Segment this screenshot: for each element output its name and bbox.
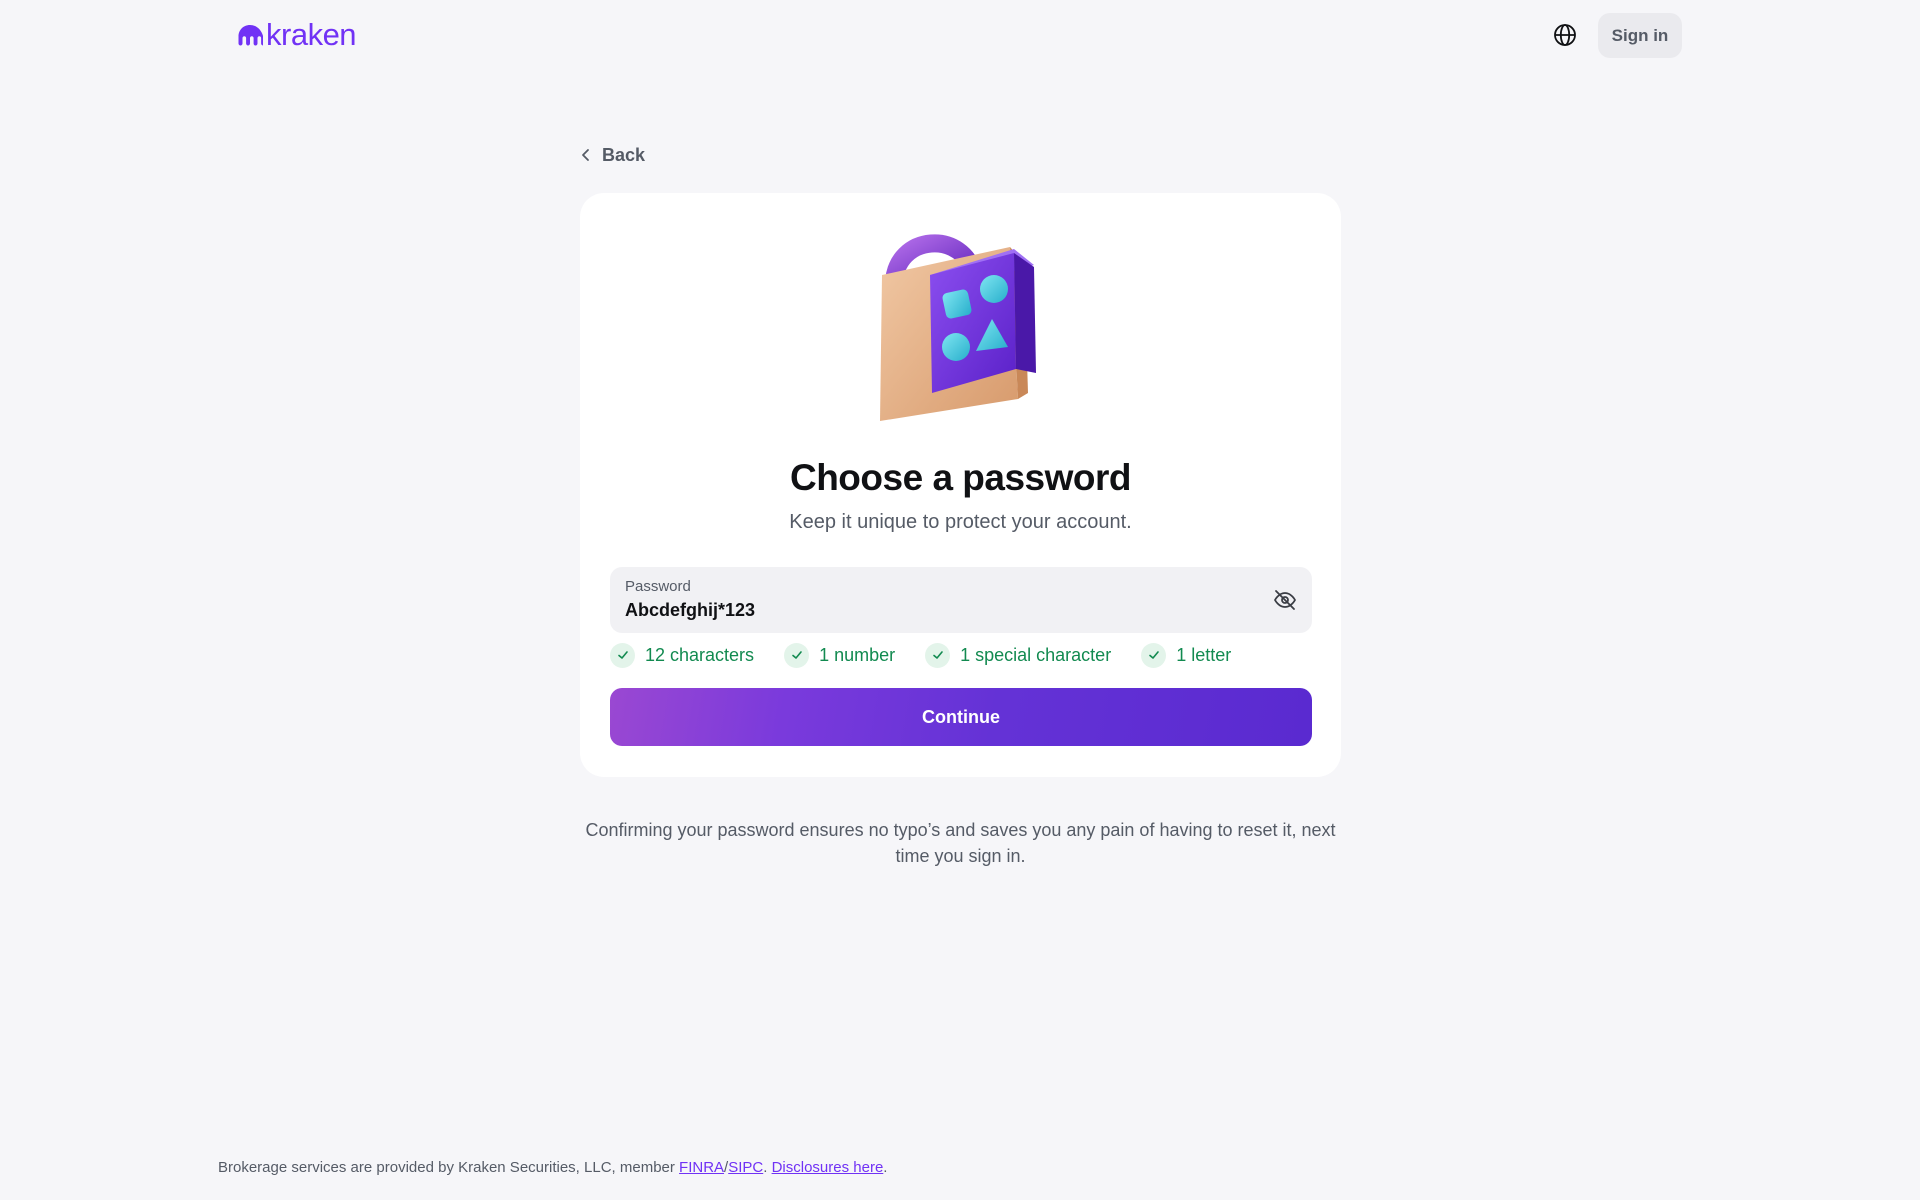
- padlock-illustration: [880, 234, 1036, 421]
- password-requirements: 12 characters 1 number 1 special charact…: [610, 642, 1261, 668]
- back-label: Back: [602, 144, 646, 165]
- requirement-label: 1 special character: [960, 644, 1112, 665]
- page-subtitle: Keep it unique to protect your account.: [789, 511, 1132, 533]
- footer-disclosure: Brokerage services are provided by Krake…: [218, 1159, 887, 1176]
- requirement-label: 12 characters: [645, 644, 755, 665]
- footer-text-middle: .: [763, 1159, 772, 1176]
- requirement-12-characters: 12 characters: [610, 642, 755, 668]
- toggle-password-visibility-button[interactable]: [1272, 587, 1298, 613]
- check-icon: [1141, 642, 1167, 668]
- kraken-logo-text: kraken: [266, 17, 357, 52]
- finra-link[interactable]: FINRA: [679, 1159, 724, 1176]
- footer-text: Brokerage services are provided by Krake…: [218, 1159, 680, 1176]
- check-icon: [925, 642, 951, 668]
- back-link[interactable]: Back: [580, 142, 645, 168]
- globe-icon: [1554, 24, 1576, 46]
- kraken-logo[interactable]: kraken: [237, 17, 357, 52]
- password-input[interactable]: [625, 600, 1225, 621]
- check-icon: [610, 642, 635, 668]
- language-button[interactable]: [1547, 17, 1583, 53]
- sipc-link[interactable]: SIPC: [728, 1159, 763, 1176]
- chevron-left-icon: [582, 149, 589, 161]
- password-card: Choose a password Keep it unique to prot…: [580, 193, 1341, 777]
- footer-text-end: .: [883, 1159, 888, 1176]
- requirement-label: 1 letter: [1176, 644, 1232, 665]
- disclosures-link[interactable]: Disclosures here: [772, 1159, 884, 1176]
- top-header: kraken Sign in: [0, 0, 1920, 72]
- eye-off-icon: [1274, 590, 1296, 610]
- requirement-1-special-character: 1 special character: [925, 642, 1112, 668]
- password-field-label: Password: [625, 578, 691, 595]
- kraken-logo-icon: [238, 25, 263, 46]
- check-icon: [784, 642, 810, 668]
- continue-button[interactable]: Continue: [610, 688, 1312, 746]
- requirement-1-letter: 1 letter: [1141, 642, 1232, 668]
- confirmation-note: Confirming your password ensures no typo…: [585, 820, 1336, 866]
- requirement-1-number: 1 number: [784, 642, 896, 668]
- sign-in-button[interactable]: Sign in: [1598, 13, 1682, 58]
- page-title: Choose a password: [789, 457, 1132, 498]
- password-field[interactable]: Password: [610, 567, 1312, 633]
- requirement-label: 1 number: [819, 644, 896, 665]
